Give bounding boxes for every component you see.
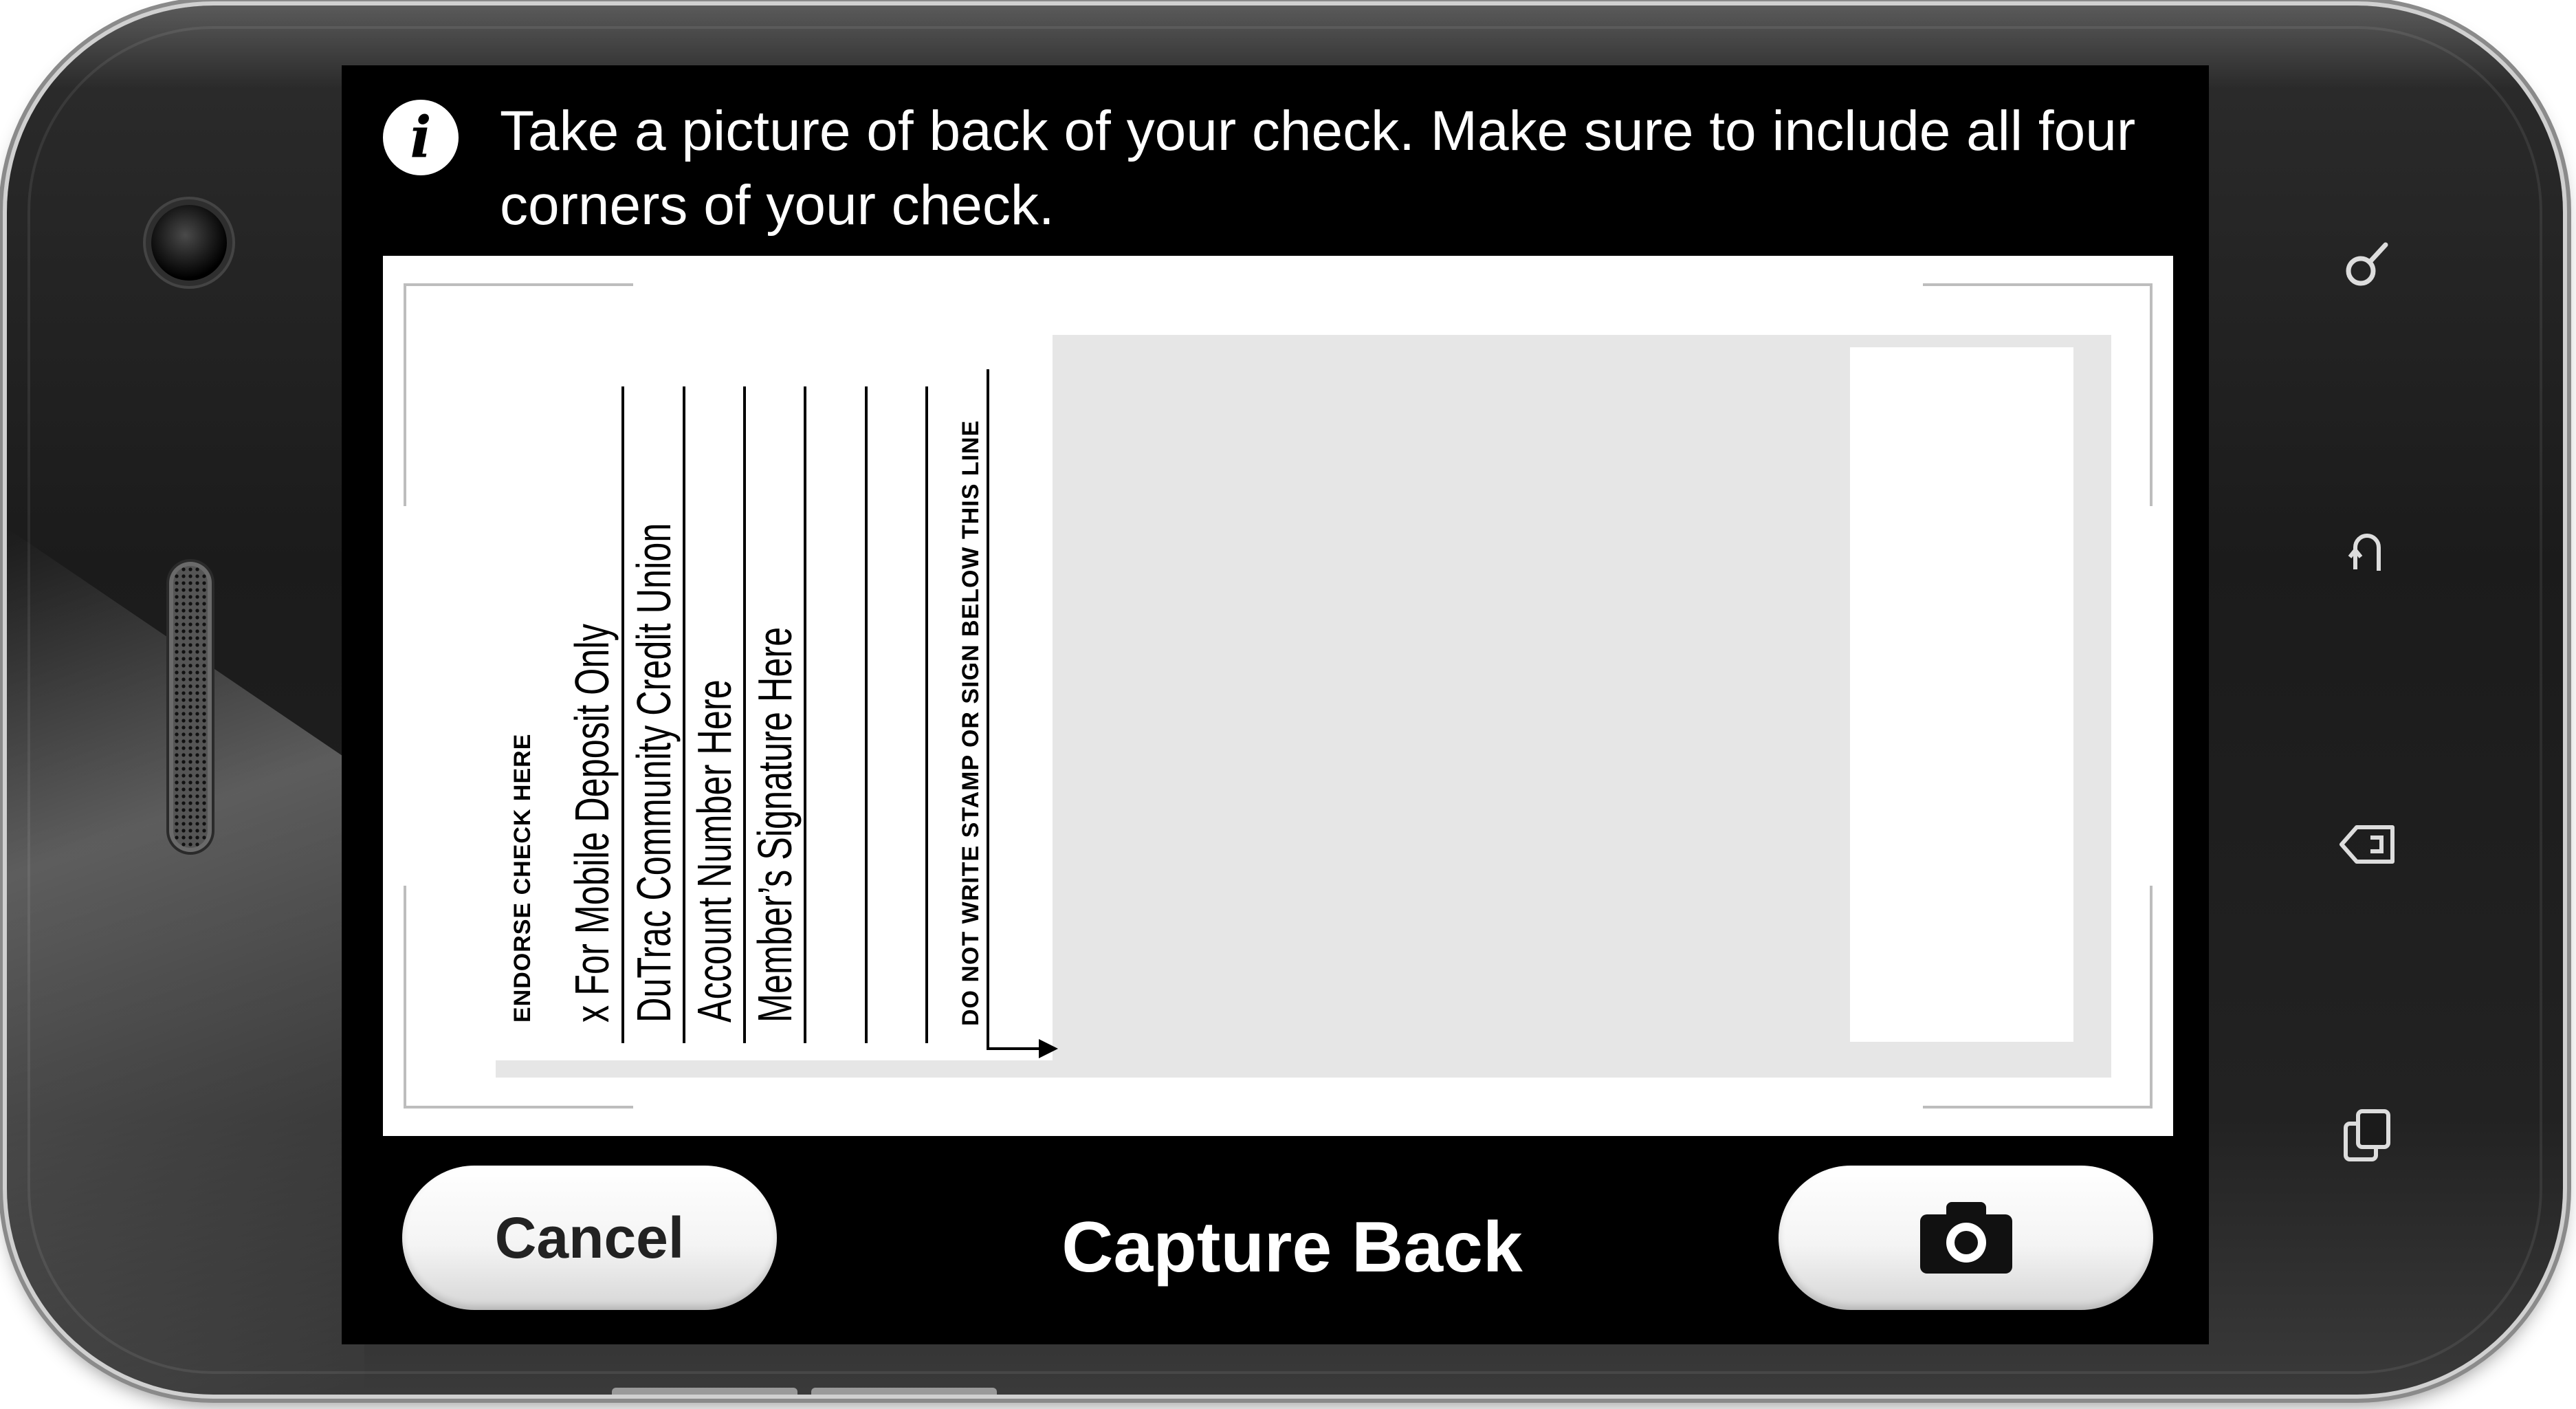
arrow-head-icon [1039, 1039, 1058, 1058]
boundary-line [987, 369, 989, 1050]
info-icon: i [383, 100, 459, 175]
cancel-button[interactable]: Cancel [402, 1166, 777, 1310]
do-not-write-warning: DO NOT WRITE STAMP OR SIGN BELOW THIS LI… [958, 419, 984, 1026]
endorsement-area: ENDORSE CHECK HERE x For Mobile Deposit … [496, 335, 1058, 1060]
endorse-rule [925, 386, 928, 1043]
capture-button[interactable] [1779, 1166, 2153, 1310]
back-key-icon[interactable] [2336, 813, 2398, 875]
camera-icon [1919, 1202, 2012, 1274]
endorse-rule [683, 386, 685, 1043]
home-key-icon[interactable] [2336, 521, 2398, 583]
endorse-rule [621, 386, 624, 1043]
side-button-right [811, 1388, 997, 1395]
endorse-rule [804, 386, 806, 1043]
endorse-heading: ENDORSE CHECK HERE [509, 733, 536, 1023]
instruction-text: Take a picture of back of your check. Ma… [500, 100, 2136, 237]
boundary-arrow [987, 1047, 1042, 1050]
endorse-line-3: Account Number Here [687, 679, 741, 1023]
endorse-line-1: x For Mobile Deposit Only [565, 624, 619, 1023]
endorse-rule [743, 386, 746, 1043]
search-key-icon[interactable] [2336, 232, 2398, 294]
check-back-image: ENDORSE CHECK HERE x For Mobile Deposit … [496, 335, 2111, 1078]
check-blank-panel [1850, 347, 2073, 1042]
speaker-grille [173, 566, 208, 848]
cancel-button-label: Cancel [494, 1205, 685, 1270]
endorse-line-4: Member’s Signature Here [748, 626, 802, 1023]
front-camera-icon [151, 205, 227, 281]
screen-title: Capture Back [1005, 1197, 1579, 1298]
camera-preview: ENDORSE CHECK HERE x For Mobile Deposit … [383, 256, 2173, 1136]
endorse-rule [865, 386, 868, 1043]
endorse-line-2: DuTrac Community Credit Union [627, 523, 681, 1023]
recent-apps-key-icon[interactable] [2336, 1106, 2398, 1168]
side-button-left [612, 1388, 797, 1395]
app-screen: i Take a picture of back of your check. … [342, 65, 2209, 1344]
